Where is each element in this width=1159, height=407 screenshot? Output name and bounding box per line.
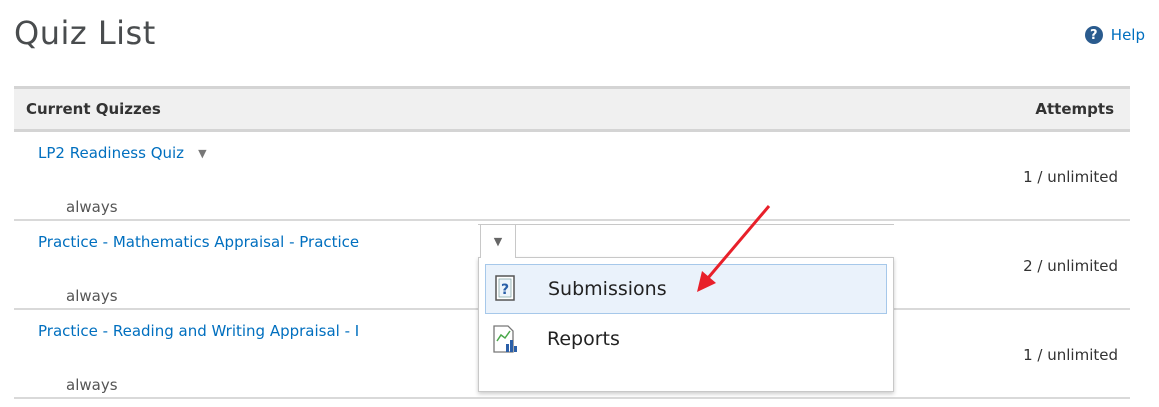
chevron-down-icon[interactable]: ▼ [198, 147, 206, 160]
menu-item-label: Submissions [548, 278, 667, 300]
table-header: Current Quizzes Attempts [14, 86, 1130, 132]
help-link[interactable]: ? Help [1084, 26, 1145, 44]
availability-text: always [66, 287, 118, 305]
reports-icon [491, 324, 519, 354]
menu-top-border [478, 224, 894, 225]
context-menu: ? Submissions Reports [478, 257, 894, 392]
quiz-link-lp2-readiness[interactable]: LP2 Readiness Quiz [38, 144, 184, 162]
menu-item-submissions[interactable]: ? Submissions [485, 264, 887, 314]
context-menu-toggle[interactable]: ▼ [480, 224, 516, 258]
quiz-link-mathematics-appraisal[interactable]: Practice - Mathematics Appraisal - Pract… [38, 233, 359, 251]
attempts-value: 2 / unlimited [1023, 257, 1118, 275]
help-circle-icon: ? [1084, 26, 1103, 44]
attempts-value: 1 / unlimited [1023, 346, 1118, 364]
svg-text:?: ? [501, 282, 509, 298]
menu-item-reports[interactable]: Reports [485, 314, 887, 364]
table-row: LP2 Readiness Quiz ▼ always 1 / unlimited [14, 132, 1130, 221]
page-title: Quiz List [14, 14, 156, 52]
submissions-icon: ? [492, 274, 520, 304]
availability-text: always [66, 376, 118, 394]
menu-item-label: Reports [547, 328, 620, 350]
column-header-current-quizzes: Current Quizzes [26, 100, 161, 118]
chevron-down-icon: ▼ [493, 235, 503, 248]
column-header-attempts: Attempts [1035, 100, 1114, 118]
help-label: Help [1110, 26, 1145, 44]
quiz-list-page: Quiz List ? Help Current Quizzes Attempt… [0, 0, 1159, 407]
availability-text: always [66, 198, 118, 216]
attempts-value: 1 / unlimited [1023, 168, 1118, 186]
quiz-link-reading-writing-appraisal[interactable]: Practice - Reading and Writing Appraisal… [38, 322, 359, 340]
